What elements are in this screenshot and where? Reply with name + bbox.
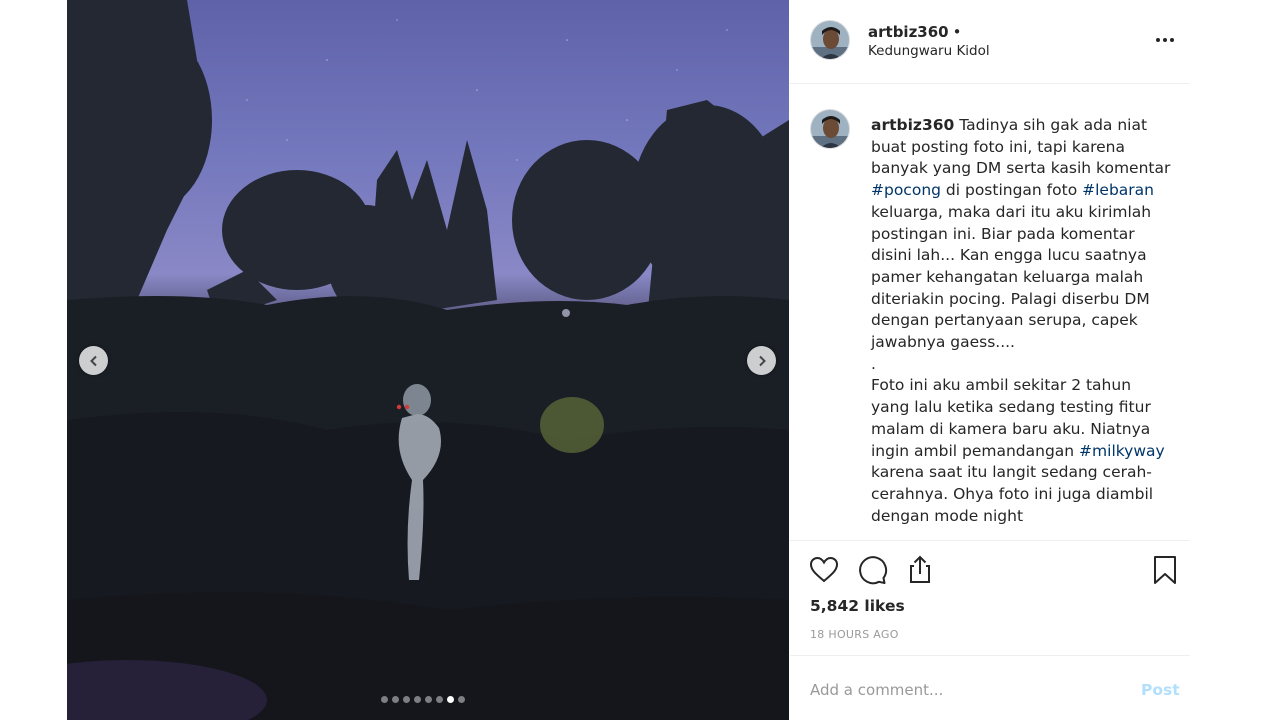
hashtag-link[interactable]: #milkyway <box>1079 442 1165 460</box>
chevron-right-icon <box>758 355 766 366</box>
header-user-line: artbiz360 • <box>868 23 961 41</box>
like-button[interactable] <box>808 554 840 586</box>
avatar[interactable] <box>810 109 850 149</box>
username-link[interactable]: artbiz360 <box>868 23 949 41</box>
location-link[interactable]: Kedungwaru Kidol <box>868 43 990 59</box>
post-caption: artbiz360 Tadinya sih gak ada niat buat … <box>871 115 1171 527</box>
share-icon <box>910 555 930 583</box>
post-header: artbiz360 • Kedungwaru Kidol <box>790 0 1190 84</box>
post-side-panel: artbiz360 • Kedungwaru Kidol artbiz360 Ta… <box>790 0 1190 720</box>
post-actions: 5,842 likes 18 HOURS AGO <box>790 540 1190 655</box>
carousel-dot <box>458 696 465 703</box>
carousel-dot <box>381 696 388 703</box>
post-timestamp[interactable]: 18 HOURS AGO <box>810 628 899 641</box>
comments-area[interactable]: artbiz360 Tadinya sih gak ada niat buat … <box>790 85 1190 540</box>
heart-icon <box>809 556 839 583</box>
avatar-image <box>811 110 849 148</box>
carousel-dot <box>403 696 410 703</box>
comment-button[interactable] <box>856 554 888 586</box>
comment-input[interactable] <box>810 678 1110 702</box>
avatar[interactable] <box>810 20 850 60</box>
more-options-icon-dot <box>1170 38 1174 42</box>
more-options-button[interactable] <box>1152 30 1178 50</box>
caption-text: keluarga, maka dari itu aku kirimlah pos… <box>871 202 1152 460</box>
share-button[interactable] <box>904 554 936 586</box>
avatar-image <box>811 21 849 59</box>
carousel-dot <box>436 696 443 703</box>
comment-bar: Post <box>790 655 1190 720</box>
caption-text: di postingan foto <box>940 181 1083 200</box>
carousel-dot <box>392 696 399 703</box>
photo-scene <box>67 0 789 720</box>
post-photo[interactable] <box>67 0 789 720</box>
hashtag-link[interactable]: #lebaran <box>1082 181 1154 199</box>
comment-bubble-icon <box>859 556 888 585</box>
carousel-next-button[interactable] <box>747 346 776 375</box>
caption-username[interactable]: artbiz360 <box>871 116 954 134</box>
carousel-prev-button[interactable] <box>79 346 108 375</box>
carousel-dot <box>414 696 421 703</box>
chevron-left-icon <box>89 355 97 366</box>
carousel-dot <box>447 696 454 703</box>
save-button[interactable] <box>1149 554 1181 586</box>
post-comment-button[interactable]: Post <box>1141 681 1180 699</box>
more-options-icon-dot <box>1163 38 1167 42</box>
like-count[interactable]: 5,842 likes <box>810 597 905 615</box>
more-options-icon <box>1156 38 1160 42</box>
carousel-dot <box>425 696 432 703</box>
carousel-indicator <box>381 696 465 703</box>
hashtag-link[interactable]: #pocong <box>871 181 941 199</box>
separator-dot: • <box>952 23 962 41</box>
bookmark-icon <box>1154 556 1176 584</box>
